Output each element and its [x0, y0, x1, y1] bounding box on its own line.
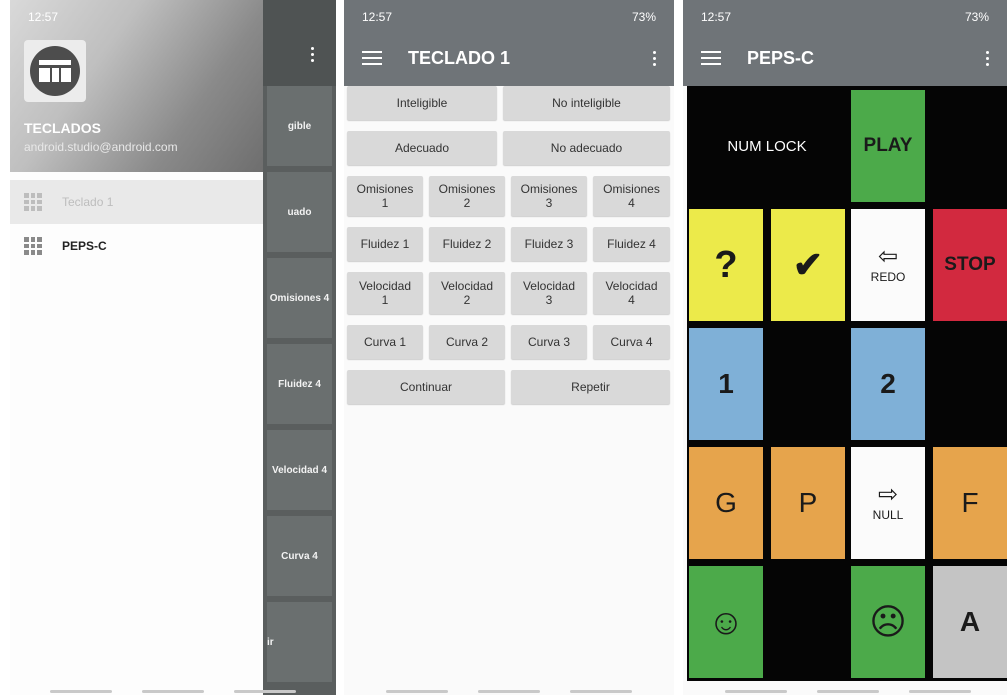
behind-card: Velocidad 4	[267, 430, 332, 510]
navigation-drawer: 12:57 TECLADOS android.studio@android.co…	[10, 0, 263, 695]
question-key[interactable]: ?	[689, 209, 763, 321]
page-title: PEPS-C	[747, 47, 815, 68]
velocidad-3-button[interactable]: Velocidad 3	[511, 272, 587, 314]
arrow-right-icon: ⇨	[877, 481, 899, 508]
curva-3-button[interactable]: Curva 3	[511, 325, 587, 359]
behind-card: Omisiones 4	[267, 258, 332, 338]
app-logo-icon	[24, 40, 86, 102]
keyboard-grid-icon	[24, 193, 42, 211]
drawer-item-teclado-1[interactable]: Teclado 1	[10, 180, 263, 224]
num-lock-key[interactable]: NUM LOCK	[689, 90, 845, 202]
nav-gesture-bar	[50, 690, 112, 693]
overflow-menu-icon[interactable]	[977, 48, 997, 68]
p-key[interactable]: P	[771, 447, 845, 559]
inteligible-button[interactable]: Inteligible	[347, 86, 497, 120]
phone-peps-screen: 12:57 73% PEPS-C NUM LOCK PLAY ? ✔ ⇦ RED…	[683, 0, 1007, 695]
peps-keyboard-grid: NUM LOCK PLAY ? ✔ ⇦ REDO STOP 1 2 G P ⇨ …	[687, 86, 1007, 681]
omisiones-3-button[interactable]: Omisiones 3	[511, 176, 587, 216]
nav-gesture-bar	[909, 690, 971, 693]
behind-card: uado	[267, 172, 332, 252]
two-key[interactable]: 2	[851, 328, 925, 440]
nav-gesture-bar	[142, 690, 204, 693]
drawer-scrim[interactable]: gible uado Omisiones 4 Fluidez 4 Velocid…	[263, 0, 336, 695]
sad-key[interactable]: ☹	[851, 566, 925, 678]
no-inteligible-button[interactable]: No inteligible	[503, 86, 670, 120]
drawer-account-email: android.studio@android.com	[24, 140, 178, 154]
behind-card: ir	[267, 602, 332, 682]
no-adecuado-button[interactable]: No adecuado	[503, 131, 670, 165]
redo-key[interactable]: ⇦ REDO	[851, 209, 925, 321]
menu-icon[interactable]	[362, 50, 384, 66]
repetir-button[interactable]: Repetir	[511, 370, 670, 404]
fluidez-2-button[interactable]: Fluidez 2	[429, 227, 505, 261]
drawer-header: 12:57 TECLADOS android.studio@android.co…	[10, 0, 263, 172]
drawer-item-peps-c[interactable]: PEPS-C	[10, 224, 263, 268]
nav-gesture-bar	[386, 690, 448, 693]
omisiones-1-button[interactable]: Omisiones 1	[347, 176, 423, 216]
nav-gesture-bar	[234, 690, 296, 693]
null-key[interactable]: ⇨ NULL	[851, 447, 925, 559]
curva-2-button[interactable]: Curva 2	[429, 325, 505, 359]
velocidad-2-button[interactable]: Velocidad 2	[429, 272, 505, 314]
fluidez-3-button[interactable]: Fluidez 3	[511, 227, 587, 261]
check-icon: ✔	[792, 244, 824, 285]
status-time: 12:57	[362, 10, 393, 24]
page-title: TECLADO 1	[408, 47, 511, 68]
status-battery: 73%	[631, 10, 656, 24]
behind-card: gible	[267, 86, 332, 166]
omisiones-2-button[interactable]: Omisiones 2	[429, 176, 505, 216]
curva-1-button[interactable]: Curva 1	[347, 325, 423, 359]
menu-icon[interactable]	[701, 50, 723, 66]
drawer-title: TECLADOS	[24, 120, 101, 136]
status-time: 12:57	[28, 10, 59, 24]
play-key[interactable]: PLAY	[851, 90, 925, 202]
keyboard-grid-icon	[24, 237, 42, 255]
status-battery: 73%	[964, 10, 989, 24]
phone-teclado-screen: 12:57 73% TECLADO 1 Inteligible No intel…	[344, 0, 674, 695]
arrow-left-icon: ⇦	[877, 243, 899, 270]
happy-face-icon: ☺	[707, 601, 745, 642]
nav-gesture-bar	[570, 690, 632, 693]
velocidad-4-button[interactable]: Velocidad 4	[593, 272, 670, 314]
overflow-menu-icon[interactable]	[302, 44, 322, 64]
check-key[interactable]: ✔	[771, 209, 845, 321]
happy-key[interactable]: ☺	[689, 566, 763, 678]
app-toolbar: 12:57 73% TECLADO 1	[344, 0, 674, 86]
curva-4-button[interactable]: Curva 4	[593, 325, 670, 359]
status-time: 12:57	[701, 10, 732, 24]
status-bar: 12:57	[10, 0, 263, 34]
fluidez-1-button[interactable]: Fluidez 1	[347, 227, 423, 261]
overflow-menu-icon[interactable]	[644, 48, 664, 68]
velocidad-1-button[interactable]: Velocidad 1	[347, 272, 423, 314]
sad-face-icon: ☹	[869, 601, 907, 642]
behind-card: Curva 4	[267, 516, 332, 596]
phone-drawer-screen: gible uado Omisiones 4 Fluidez 4 Velocid…	[10, 0, 336, 695]
omisiones-4-button[interactable]: Omisiones 4	[593, 176, 670, 216]
status-bar: 12:57 73%	[683, 0, 1007, 34]
continuar-button[interactable]: Continuar	[347, 370, 505, 404]
behind-card: Fluidez 4	[267, 344, 332, 424]
fluidez-4-button[interactable]: Fluidez 4	[593, 227, 670, 261]
drawer-item-label: Teclado 1	[62, 195, 114, 209]
nav-gesture-bar	[817, 690, 879, 693]
f-key[interactable]: F	[933, 447, 1007, 559]
stop-key[interactable]: STOP	[933, 209, 1007, 321]
nav-gesture-bar	[478, 690, 540, 693]
drawer-item-label: PEPS-C	[62, 239, 107, 253]
nav-gesture-bar	[725, 690, 787, 693]
app-toolbar: 12:57 73% PEPS-C	[683, 0, 1007, 86]
adecuado-button[interactable]: Adecuado	[347, 131, 497, 165]
g-key[interactable]: G	[689, 447, 763, 559]
one-key[interactable]: 1	[689, 328, 763, 440]
status-bar: 12:57 73%	[344, 0, 674, 34]
a-key[interactable]: A	[933, 566, 1007, 678]
